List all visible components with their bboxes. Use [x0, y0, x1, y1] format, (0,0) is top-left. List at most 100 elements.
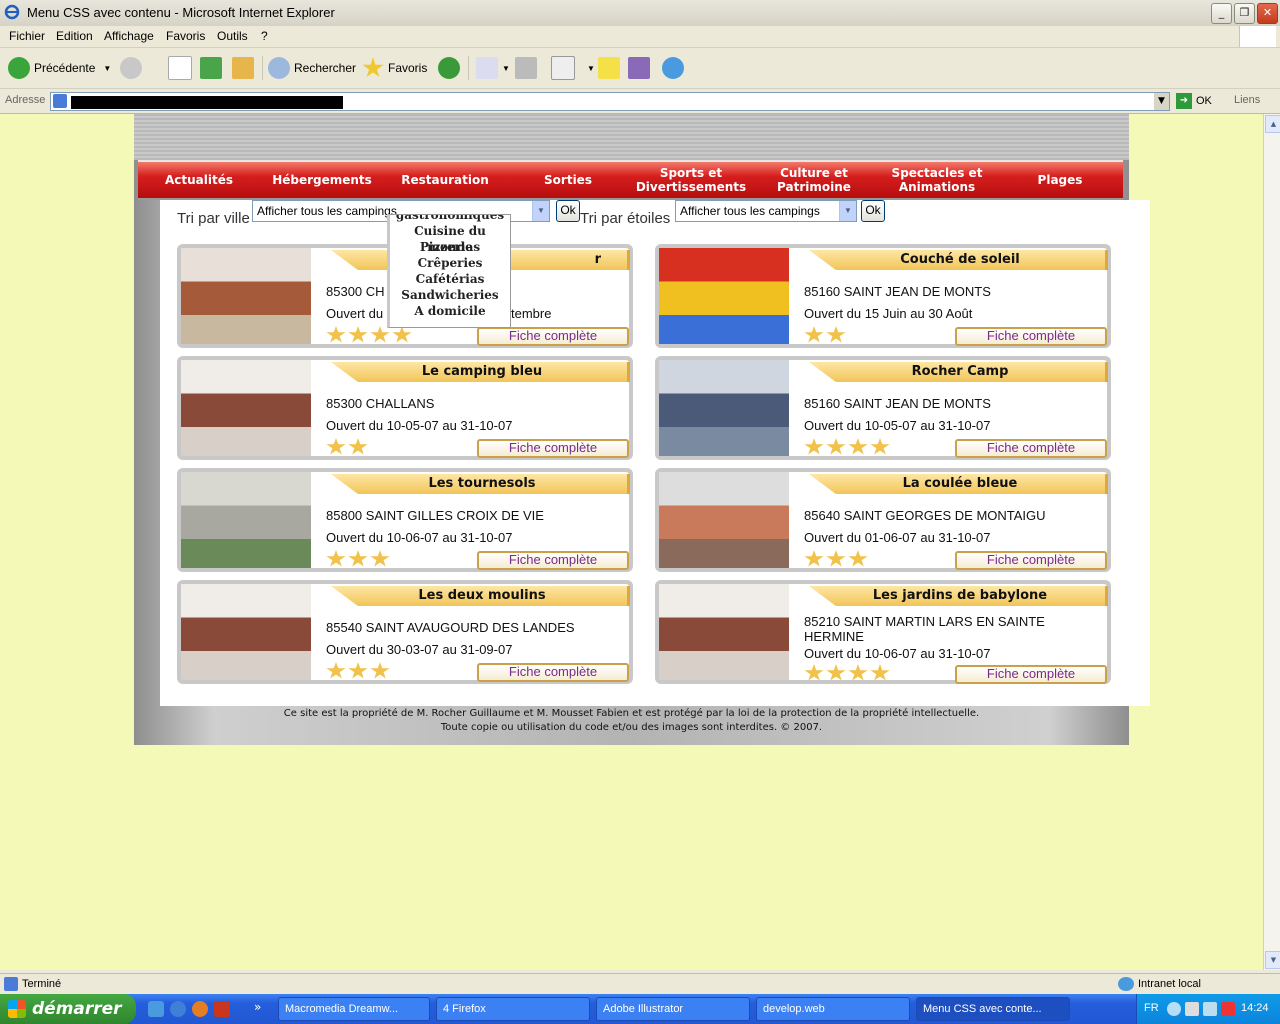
maximize-button[interactable]: ❐: [1234, 3, 1255, 24]
submenu-item-sandwicheries[interactable]: Sandwicheries: [390, 287, 510, 303]
history-button[interactable]: [438, 56, 464, 80]
camping-photo[interactable]: [181, 584, 311, 680]
fiche-complete-link[interactable]: Fiche complète: [477, 439, 629, 458]
edit-button[interactable]: ▼: [551, 56, 595, 80]
start-button[interactable]: démarrer: [0, 994, 136, 1024]
fiche-complete-link[interactable]: Fiche complète: [477, 551, 629, 570]
task-dreamweaver[interactable]: Macromedia Dreamw...: [278, 997, 430, 1021]
footer-line-1: Ce site est la propriété de M. Rocher Gu…: [283, 708, 980, 719]
stars-select-value: Afficher tous les campings: [680, 204, 820, 218]
quicklaunch-ie-icon[interactable]: [170, 1001, 186, 1017]
camping-photo[interactable]: [659, 472, 789, 568]
camping-photo[interactable]: [659, 584, 789, 680]
task-develop-web[interactable]: develop.web: [756, 997, 910, 1021]
nav-actualites[interactable]: Actualités: [138, 162, 260, 198]
print-button[interactable]: [515, 56, 541, 80]
nav-plages[interactable]: Plages: [998, 162, 1122, 198]
mail-button[interactable]: ▼: [476, 56, 510, 80]
close-button[interactable]: ✕: [1257, 3, 1278, 24]
star-icon: [348, 438, 368, 455]
address-dropdown-icon[interactable]: ▼: [1154, 93, 1169, 110]
quicklaunch-firefox-icon[interactable]: [192, 1001, 208, 1017]
submenu-item-gastronomiques[interactable]: gastronomiques: [390, 215, 510, 223]
camping-photo[interactable]: [181, 360, 311, 456]
camping-card: Les jardins de babylone 85210 SAINT MARTI…: [655, 580, 1111, 684]
quicklaunch-filezilla-icon[interactable]: [214, 1001, 230, 1017]
chevron-right-icon[interactable]: »: [254, 1000, 261, 1014]
star-icon: [826, 438, 846, 455]
home-button[interactable]: [232, 56, 258, 80]
submenu-item-cafeterias[interactable]: Cafétérias: [390, 271, 510, 287]
menu-affichage[interactable]: Affichage: [104, 29, 154, 43]
star-icon: [370, 662, 390, 679]
tray-antivirus-icon[interactable]: [1221, 1002, 1235, 1016]
tray-security-icon[interactable]: [1203, 1002, 1217, 1016]
star-icon: [370, 550, 390, 567]
minimize-button[interactable]: _: [1211, 3, 1232, 24]
stars-select[interactable]: Afficher tous les campings ▼: [675, 200, 857, 222]
research-button[interactable]: [628, 56, 654, 80]
forward-button[interactable]: [120, 56, 146, 80]
camping-photo[interactable]: [659, 360, 789, 456]
research-icon: [628, 57, 650, 79]
camping-rating: [804, 550, 870, 568]
refresh-button[interactable]: [200, 56, 226, 80]
scroll-up-icon[interactable]: ▲: [1265, 115, 1280, 133]
site-footer: Ce site est la propriété de M. Rocher Gu…: [134, 707, 1129, 735]
back-button[interactable]: Précédente ▼: [8, 56, 111, 80]
nav-sorties[interactable]: Sorties: [506, 162, 630, 198]
nav-restauration[interactable]: Restauration: [384, 162, 506, 198]
camping-rating: [804, 664, 892, 682]
submenu-item-pizzerias[interactable]: Pizzerias: [390, 239, 510, 255]
submenu-item-creperies[interactable]: Crêperies: [390, 255, 510, 271]
camping-dates: Ouvert du 01-06-07 au 31-10-07: [804, 530, 991, 545]
stars-ok-button[interactable]: Ok: [861, 200, 885, 222]
quicklaunch-desktop-icon[interactable]: [148, 1001, 164, 1017]
menu-edition[interactable]: Edition: [56, 29, 93, 43]
address-input[interactable]: ▼: [50, 92, 1170, 111]
tray-network-icon[interactable]: [1167, 1002, 1181, 1016]
task-firefox[interactable]: 4 Firefox: [436, 997, 590, 1021]
nav-sports[interactable]: Sports et Divertissements: [630, 162, 752, 198]
notes-button[interactable]: [598, 56, 624, 80]
search-label: Rechercher: [294, 61, 357, 75]
search-button[interactable]: Rechercher: [268, 56, 356, 80]
vertical-scrollbar[interactable]: ▲ ▼: [1263, 114, 1280, 970]
go-button[interactable]: ➜ OK: [1176, 93, 1212, 109]
menu-favoris[interactable]: Favoris: [166, 29, 205, 43]
page-viewport: Actualités Hébergements Restauration Sor…: [0, 114, 1263, 970]
stop-icon: [168, 56, 192, 80]
links-label[interactable]: Liens: [1234, 94, 1260, 106]
fiche-complete-link[interactable]: Fiche complète: [955, 439, 1107, 458]
task-illustrator[interactable]: Adobe Illustrator: [596, 997, 750, 1021]
camping-photo[interactable]: [181, 248, 311, 344]
task-ie-active[interactable]: Menu CSS avec conte...: [916, 997, 1070, 1021]
scroll-down-icon[interactable]: ▼: [1265, 951, 1280, 969]
fiche-complete-link[interactable]: Fiche complète: [477, 327, 629, 346]
menu-outils[interactable]: Outils: [217, 29, 248, 43]
fiche-complete-link[interactable]: Fiche complète: [955, 551, 1107, 570]
submenu-item-a-domicile[interactable]: A domicile: [390, 303, 510, 319]
fiche-complete-link[interactable]: Fiche complète: [955, 665, 1107, 684]
camping-card: Couché de soleil 85160 SAINT JEAN DE MONT…: [655, 244, 1111, 348]
tray-printer-icon[interactable]: [1185, 1002, 1199, 1016]
camping-address: 85300 CHALLANS: [326, 396, 435, 411]
fiche-complete-link[interactable]: Fiche complète: [477, 663, 629, 682]
nav-spectacles[interactable]: Spectacles et Animations: [876, 162, 998, 198]
stop-button[interactable]: [168, 56, 196, 80]
menu-fichier[interactable]: Fichier: [9, 29, 45, 43]
status-bar: Terminé Intranet local: [0, 973, 1280, 995]
chevron-down-icon: ▼: [839, 201, 856, 221]
favorites-button[interactable]: Favoris: [362, 56, 427, 80]
city-ok-button[interactable]: Ok: [556, 200, 580, 222]
back-label: Précédente: [34, 61, 96, 75]
submenu-item-cuisine-du-monde[interactable]: Cuisine du monde: [390, 223, 510, 254]
camping-photo[interactable]: [659, 248, 789, 344]
fiche-complete-link[interactable]: Fiche complète: [955, 327, 1107, 346]
nav-culture[interactable]: Culture et Patrimoine: [752, 162, 876, 198]
language-indicator[interactable]: FR: [1144, 1002, 1159, 1014]
camping-photo[interactable]: [181, 472, 311, 568]
nav-hebergements[interactable]: Hébergements: [260, 162, 384, 198]
menu-help[interactable]: ?: [261, 29, 268, 43]
messenger-button[interactable]: [662, 56, 688, 80]
